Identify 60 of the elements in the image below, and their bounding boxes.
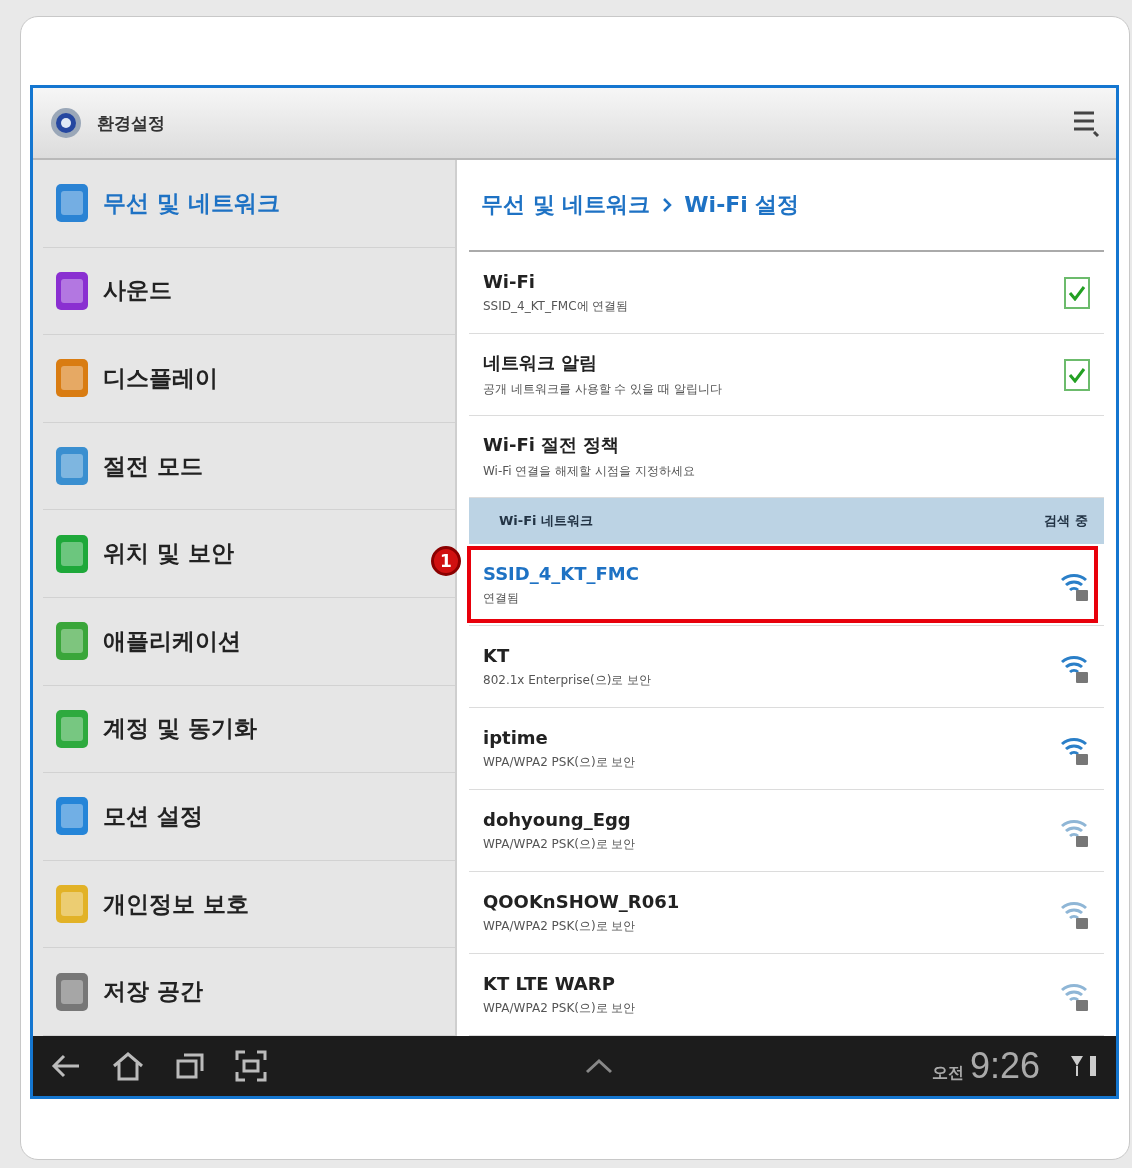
setting-summary: Wi-Fi 연결을 해제할 시점을 지정하세요	[483, 463, 696, 480]
network-name: KT LTE WARP	[483, 972, 616, 994]
network-security: 802.1x Enterprise(으)로 보안	[483, 671, 653, 689]
chevron-up-icon[interactable]	[584, 1058, 615, 1074]
sidebar-item[interactable]: 무선 및 네트워크	[43, 160, 455, 248]
network-security: WPA/WPA2 PSK(으)로 보안	[483, 753, 637, 771]
home-icon[interactable]	[111, 1051, 145, 1081]
sidebar-item[interactable]: 개인정보 보호	[43, 860, 455, 949]
sidebar-label: 사운드	[103, 276, 172, 306]
screenshot-icon[interactable]	[235, 1050, 267, 1082]
network-name: QOOKnSHOW_R061	[483, 890, 681, 912]
setting-title: 네트워크 알림	[483, 351, 599, 375]
am-pm-label: 오전	[931, 1063, 964, 1084]
network-name: KT	[483, 644, 511, 666]
scan-status: 검색 중	[1044, 512, 1088, 530]
clock: 9:26	[969, 1045, 1040, 1087]
checkbox[interactable]	[1064, 358, 1090, 391]
sidebar-label: 모션 설정	[103, 801, 203, 831]
check-icon	[1068, 366, 1086, 383]
sidebar-label: 무선 및 네트워크	[103, 188, 280, 218]
sidebar-item[interactable]: 저장 공간	[43, 948, 455, 1036]
settings-row[interactable]: 네트워크 알림 공개 네트워크를 사용할 수 있을 때 알립니다	[469, 334, 1104, 416]
breadcrumb-parent[interactable]: 무선 및 네트워크	[481, 190, 651, 220]
sidebar-label: 위치 및 보안	[103, 539, 234, 569]
check-icon	[1068, 284, 1086, 301]
recent-apps-icon[interactable]	[175, 1052, 205, 1080]
network-security: WPA/WPA2 PSK(으)로 보안	[483, 835, 637, 853]
chevron-right-icon	[662, 197, 673, 213]
setting-title: Wi-Fi 절전 정책	[483, 433, 621, 457]
network-row[interactable]: QOOKnSHOW_R061 WPA/WPA2 PSK(으)로 보안	[469, 872, 1104, 954]
setting-summary: 공개 네트워크를 사용할 수 있을 때 알립니다	[483, 381, 723, 398]
checkbox[interactable]	[1064, 276, 1090, 309]
sidebar-label: 개인정보 보호	[103, 889, 249, 919]
setting-summary: SSID_4_KT_FMC에 연결됨	[483, 297, 630, 315]
section-title: Wi-Fi 네트워크	[499, 512, 594, 530]
back-icon[interactable]	[51, 1053, 81, 1079]
network-name: SSID_4_KT_FMC	[483, 562, 640, 584]
sidebar-item[interactable]: 계정 및 동기화	[43, 685, 455, 774]
sidebar-label: 계정 및 동기화	[103, 714, 257, 744]
sidebar-label: 디스플레이	[103, 364, 218, 393]
network-name: iptime	[483, 726, 549, 748]
settings-row[interactable]: Wi-Fi SSID_4_KT_FMC에 연결됨	[469, 252, 1104, 334]
network-security: WPA/WPA2 PSK(으)로 보안	[483, 917, 637, 935]
network-security: WPA/WPA2 PSK(으)로 보안	[483, 999, 637, 1017]
sidebar-item[interactable]: 모션 설정	[43, 773, 455, 861]
network-row[interactable]: iptime WPA/WPA2 PSK(으)로 보안	[469, 708, 1104, 790]
network-row[interactable]: KT 802.1x Enterprise(으)로 보안	[469, 626, 1104, 708]
breadcrumb-current: Wi-Fi 설정	[684, 191, 800, 219]
sidebar-item[interactable]: 사운드	[43, 247, 455, 336]
sidebar-item[interactable]: 디스플레이	[43, 335, 455, 423]
sidebar-item[interactable]: 절전 모드	[43, 422, 455, 511]
network-row[interactable]: dohyoung_Egg WPA/WPA2 PSK(으)로 보안	[469, 790, 1104, 872]
sidebar-item[interactable]: 애플리케이션	[43, 597, 455, 686]
sidebar-label: 저장 공간	[103, 977, 203, 1007]
sidebar-label: 애플리케이션	[103, 626, 241, 656]
setting-title: Wi-Fi	[483, 270, 536, 292]
network-security: 연결됨	[483, 589, 520, 607]
network-name: dohyoung_Egg	[483, 808, 632, 830]
sidebar-label: 절전 모드	[103, 451, 203, 481]
app-title: 환경설정	[97, 111, 166, 135]
